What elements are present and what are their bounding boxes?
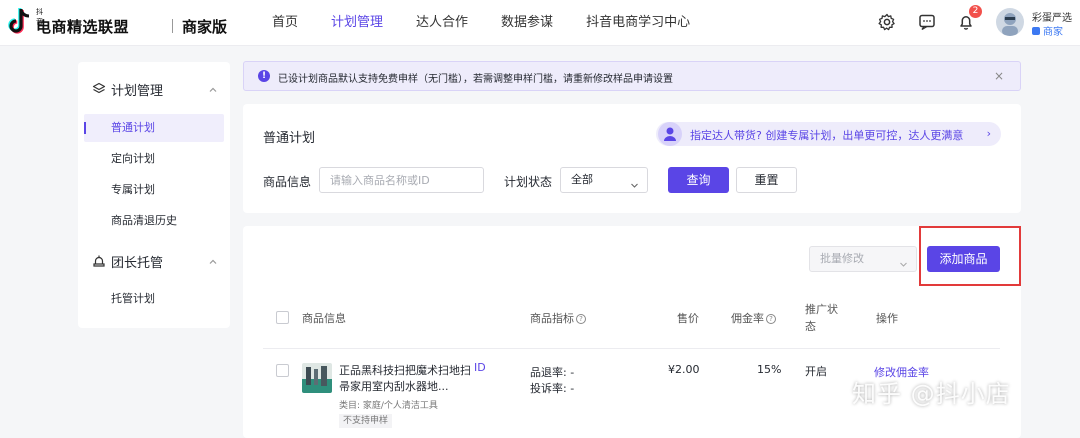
sidebar: 计划管理 普通计划 定向计划 专属计划 商品清退历史 团长托管 托管计划 xyxy=(78,62,230,328)
complaint-rate: 投诉率: - xyxy=(530,382,575,395)
column-header-status-line1: 推广状 xyxy=(805,303,838,316)
column-header-commission: 佣金率? xyxy=(731,310,776,326)
chevron-down-icon xyxy=(899,254,908,267)
exclusive-plan-promo[interactable]: 指定达人带货? 创建专属计划，出单更可控，达人更满意 › xyxy=(656,122,1001,146)
commission-rate: 15% xyxy=(757,363,782,376)
chevron-right-icon: › xyxy=(986,127,991,140)
chevron-up-icon[interactable] xyxy=(208,256,218,266)
plan-status-select[interactable]: 全部 xyxy=(560,167,648,193)
batch-edit-select[interactable]: 批量修改 xyxy=(809,246,917,272)
logo-divider xyxy=(172,19,173,33)
douyin-logo-icon xyxy=(6,7,32,37)
query-button[interactable]: 查询 xyxy=(668,167,729,193)
product-info-label: 商品信息 xyxy=(263,175,312,189)
column-header-metrics-label: 商品指标 xyxy=(530,312,574,325)
nav-creator-cooperation[interactable]: 达人合作 xyxy=(416,0,468,46)
plan-status-value: 全部 xyxy=(571,173,593,186)
sidebar-item-targeted-plan[interactable]: 定向计划 xyxy=(84,145,224,173)
close-icon[interactable]: × xyxy=(994,69,1004,83)
main-nav: 首页 计划管理 达人合作 数据参谋 抖音电商学习中心 xyxy=(272,0,723,46)
sidebar-group-label: 计划管理 xyxy=(111,83,164,99)
product-thumbnail[interactable] xyxy=(302,363,332,393)
highlight-box xyxy=(919,226,1021,286)
notification-count-badge: 2 xyxy=(969,5,982,18)
logo[interactable]: 抖音 电商精选联盟 商家版 xyxy=(6,7,227,37)
user-role: 商家 xyxy=(1032,23,1063,38)
batch-edit-label: 批量修改 xyxy=(820,252,864,265)
column-header-price: 售价 xyxy=(677,312,699,325)
product-search-input[interactable] xyxy=(319,167,484,193)
column-header-status-line2: 态 xyxy=(805,320,816,333)
watermark: 知乎 @抖小店 xyxy=(852,380,1011,408)
nav-learning-center[interactable]: 抖音电商学习中心 xyxy=(586,0,690,46)
product-price: ¥2.00 xyxy=(668,363,700,376)
sidebar-item-hosting-plan[interactable]: 托管计划 xyxy=(84,285,224,313)
top-bar: 抖音 电商精选联盟 商家版 首页 计划管理 达人合作 数据参谋 抖音电商学习中心… xyxy=(0,0,1080,46)
column-header-metrics: 商品指标? xyxy=(530,310,586,326)
column-header-commission-label: 佣金率 xyxy=(731,312,764,325)
info-icon: ! xyxy=(258,70,270,82)
user-name: 彩蛋严选 xyxy=(1032,13,1072,24)
sidebar-group-plan-management[interactable]: 计划管理 xyxy=(78,74,230,104)
column-header-action: 操作 xyxy=(876,312,898,325)
handshake-icon xyxy=(92,254,106,268)
filter-panel: 普通计划 指定达人带货? 创建专属计划，出单更可控，达人更满意 › 商品信息 计… xyxy=(243,104,1021,213)
logo-main-text: 电商精选联盟 xyxy=(36,18,130,36)
row-checkbox[interactable] xyxy=(276,364,289,377)
sidebar-group-label: 团长托管 xyxy=(111,255,164,271)
sidebar-item-regular-plan[interactable]: 普通计划 xyxy=(84,114,224,142)
message-icon[interactable] xyxy=(917,12,937,32)
reset-button[interactable]: 重置 xyxy=(736,167,797,193)
plan-status-label: 计划状态 xyxy=(504,175,553,189)
product-category: 类目: 家庭/个人清洁工具 xyxy=(339,401,438,411)
chevron-down-icon xyxy=(630,175,639,188)
notice-banner: ! 已设计划商品默认支持免费申样（无门槛），若需调整申样门槛，请重新修改样品申请… xyxy=(243,61,1021,91)
person-icon xyxy=(658,122,682,146)
sidebar-group-leader-hosting[interactable]: 团长托管 xyxy=(78,246,230,276)
logo-suffix-text: 商家版 xyxy=(182,18,228,36)
promo-text: 指定达人带货? 创建专属计划，出单更可控，达人更满意 xyxy=(690,129,964,142)
help-icon[interactable]: ? xyxy=(766,314,776,324)
user-role-label: 商家 xyxy=(1043,27,1063,38)
column-header-product: 商品信息 xyxy=(302,312,346,325)
sidebar-item-exclusive-plan[interactable]: 专属计划 xyxy=(84,176,224,204)
chevron-up-icon[interactable] xyxy=(208,84,218,94)
help-icon[interactable]: ? xyxy=(576,314,586,324)
avatar[interactable] xyxy=(996,8,1024,36)
nav-data-advisor[interactable]: 数据参谋 xyxy=(501,0,553,46)
nav-home[interactable]: 首页 xyxy=(272,0,298,46)
notice-text: 已设计划商品默认支持免费申样（无门槛），若需调整申样门槛，请重新修改样品申请设置 xyxy=(278,74,673,85)
promotion-status: 开启 xyxy=(805,365,827,378)
page-title: 普通计划 xyxy=(263,131,316,146)
nav-plan-management[interactable]: 计划管理 xyxy=(331,0,383,46)
select-all-checkbox[interactable] xyxy=(276,311,289,324)
sidebar-item-removal-history[interactable]: 商品清退历史 xyxy=(84,207,224,235)
layers-icon xyxy=(92,82,106,96)
settings-gear-icon[interactable] xyxy=(877,12,897,32)
header-divider xyxy=(263,348,1000,349)
sample-tag: 不支持申样 xyxy=(339,414,393,428)
product-name[interactable]: 正品黑科技扫把魔术扫地扫帚家用室内刮水器地... xyxy=(339,363,471,395)
store-icon xyxy=(1032,26,1040,35)
refund-rate: 品退率: - xyxy=(530,366,575,379)
column-header-status: 推广状态 xyxy=(805,301,838,335)
product-id[interactable]: ID xyxy=(474,361,486,374)
